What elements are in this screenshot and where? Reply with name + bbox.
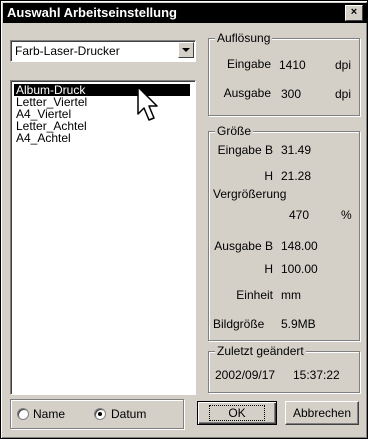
device-combo[interactable]: Farb-Laser-Drucker: [10, 40, 196, 62]
ok-button[interactable]: OK: [197, 401, 277, 425]
groesse-group: Größe: [208, 124, 360, 341]
sort-datum-label[interactable]: Datum: [111, 407, 146, 421]
ausgabe-unit: dpi: [335, 87, 352, 101]
eingabe-h-value: 21.28: [281, 169, 312, 183]
window-title: Auswahl Arbeitseinstellung: [7, 5, 177, 20]
vergroesserung-value: 470: [289, 208, 310, 222]
ausgabe-b-value: 148.00: [281, 239, 318, 253]
cancel-button-label: Abbrechen: [292, 406, 352, 420]
zuletzt-legend: Zuletzt geändert: [215, 344, 306, 358]
settings-listbox[interactable]: Album-Druck Letter_Viertel A4_Viertel Le…: [10, 80, 196, 395]
cancel-button[interactable]: Abbrechen: [285, 401, 359, 425]
bildgroesse-label: Bildgröße: [213, 317, 265, 331]
sort-name-radio[interactable]: [17, 408, 29, 420]
vergroesserung-unit: %: [341, 208, 352, 222]
mouse-cursor-icon: [137, 86, 158, 121]
zuletzt-time: 15:37:22: [293, 368, 340, 382]
sort-name-label[interactable]: Name: [33, 407, 65, 421]
title-bar[interactable]: Auswahl Arbeitseinstellung ×: [3, 3, 367, 23]
groesse-legend: Größe: [215, 124, 254, 138]
aufloesung-legend: Auflösung: [215, 31, 273, 45]
eingabe-unit: dpi: [335, 58, 352, 72]
eingabe-b-value: 31.49: [281, 143, 312, 157]
close-button[interactable]: ×: [345, 5, 363, 21]
sort-datum-radio[interactable]: [94, 408, 106, 420]
ausgabe-h-label: H: [264, 262, 273, 276]
chevron-down-icon[interactable]: [178, 42, 194, 58]
ausgabe-label: Ausgabe: [223, 86, 271, 100]
eingabe-value: 1410: [279, 58, 306, 72]
vergroesserung-label: Vergrößerung: [213, 187, 287, 201]
eingabe-h-label: H: [264, 169, 273, 183]
device-combo-value: Farb-Laser-Drucker: [15, 44, 120, 58]
zuletzt-date: 2002/09/17: [215, 368, 276, 382]
ausgabe-h-value: 100.00: [281, 262, 318, 276]
ausgabe-b-label: Ausgabe B: [214, 239, 273, 253]
ok-button-label: OK: [209, 405, 265, 421]
eingabe-label: Eingabe: [226, 57, 271, 71]
ausgabe-value: 300: [281, 87, 302, 101]
einheit-label: Einheit: [236, 288, 273, 302]
einheit-value: mm: [281, 288, 301, 302]
list-item[interactable]: A4_Achtel: [14, 132, 73, 144]
eingabe-b-label: Eingabe B: [217, 143, 273, 157]
bildgroesse-value: 5.9MB: [281, 317, 316, 331]
aufloesung-group: Auflösung: [208, 31, 360, 116]
dialog-window: Auswahl Arbeitseinstellung × Farb-Laser-…: [0, 0, 368, 439]
